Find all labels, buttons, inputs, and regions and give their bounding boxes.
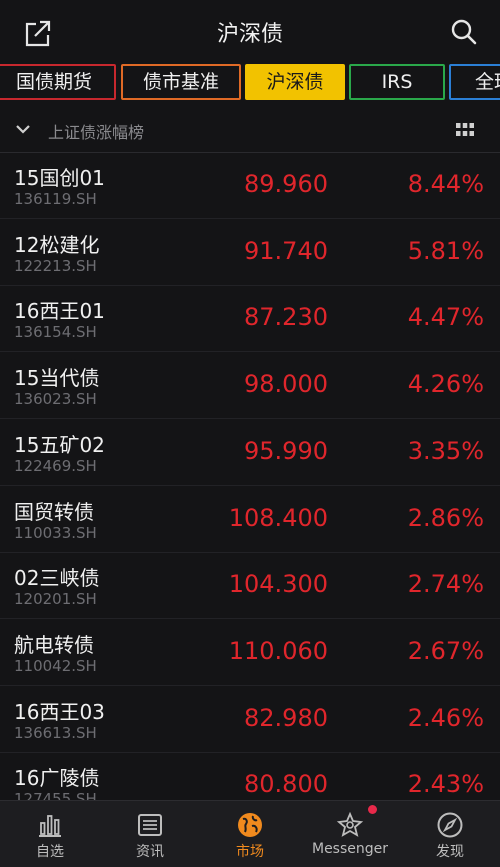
tabbar-label: 资讯 bbox=[136, 844, 164, 860]
bond-code: 110033.SH bbox=[14, 523, 97, 542]
category-tabs: 国债期货 债市基准 沪深债 IRS 全球 bbox=[0, 63, 500, 105]
bond-change: 2.74% bbox=[407, 570, 484, 599]
ranking-label: 上证债涨幅榜 bbox=[48, 123, 145, 142]
bond-change: 4.26% bbox=[407, 370, 484, 399]
bond-change: 8.44% bbox=[407, 170, 484, 198]
bond-change: 2.67% bbox=[407, 636, 484, 665]
table-row[interactable]: 航电转债 110042.SH 110.060 2.67% bbox=[0, 619, 500, 686]
tabbar-item-discover[interactable]: 发现 bbox=[400, 801, 500, 867]
bond-price: 87.230 bbox=[244, 303, 328, 332]
bond-code: 122469.SH bbox=[14, 456, 97, 475]
bond-price: 108.400 bbox=[228, 503, 328, 532]
table-row[interactable]: 16西王01 136154.SH 87.230 4.47% bbox=[0, 285, 500, 353]
tabbar-item-messenger[interactable]: Messenger bbox=[300, 801, 400, 867]
tabbar-label: 自选 bbox=[36, 844, 64, 860]
notification-dot bbox=[368, 805, 377, 814]
tab-zhaishi-jizhun[interactable]: 债市基准 bbox=[121, 64, 241, 100]
bond-code: 120201.SH bbox=[14, 590, 97, 609]
tab-global[interactable]: 全球 bbox=[449, 64, 500, 100]
bond-change: 3.35% bbox=[407, 436, 484, 465]
bond-list: 15国创01 136119.SH 89.960 8.44% 12松建化 1222… bbox=[0, 152, 500, 800]
table-row[interactable]: 16广陵债 127455.SH 80.800 2.43% bbox=[0, 752, 500, 800]
bond-name: 国贸转债 bbox=[14, 499, 94, 524]
bond-code: 122213.SH bbox=[14, 256, 97, 275]
bond-name: 16西王03 bbox=[14, 699, 105, 724]
table-row[interactable]: 15当代债 136023.SH 98.000 4.26% bbox=[0, 352, 500, 420]
table-row[interactable]: 16西王03 136613.SH 82.980 2.46% bbox=[0, 686, 500, 753]
tabbar-label: 发现 bbox=[436, 844, 464, 860]
bond-name: 15国创01 bbox=[14, 166, 105, 190]
tabbar-item-watchlist[interactable]: 自选 bbox=[0, 801, 100, 867]
compass-icon bbox=[437, 812, 463, 838]
bond-price: 89.960 bbox=[244, 170, 328, 198]
tabbar-label: Messenger bbox=[311, 841, 389, 857]
search-icon[interactable] bbox=[450, 18, 478, 46]
bond-code: 127455.SH bbox=[14, 790, 97, 800]
messenger-icon bbox=[336, 811, 364, 837]
bond-price: 95.990 bbox=[244, 436, 328, 465]
tab-hushen-zhai[interactable]: 沪深债 bbox=[245, 64, 345, 100]
bottom-tab-bar: 自选 资讯 市场 Messenger 发现 bbox=[0, 800, 500, 867]
table-row[interactable]: 15五矿02 122469.SH 95.990 3.35% bbox=[0, 419, 500, 486]
table-row[interactable]: 15国创01 136119.SH 89.960 8.44% bbox=[0, 152, 500, 219]
bond-name: 航电转债 bbox=[14, 632, 94, 657]
tabbar-item-market[interactable]: 市场 bbox=[200, 801, 300, 867]
bond-price: 80.800 bbox=[244, 770, 328, 799]
bond-name: 12松建化 bbox=[14, 232, 100, 257]
bond-price: 98.000 bbox=[244, 370, 328, 399]
bond-name: 02三峡债 bbox=[14, 566, 100, 591]
bond-price: 110.060 bbox=[228, 636, 328, 665]
bond-change: 5.81% bbox=[407, 236, 484, 265]
bond-code: 136154.SH bbox=[14, 323, 97, 342]
tab-irs[interactable]: IRS bbox=[349, 64, 445, 100]
bond-price: 104.300 bbox=[228, 570, 328, 599]
table-row[interactable]: 12松建化 122213.SH 91.740 5.81% bbox=[0, 219, 500, 286]
bond-price: 91.740 bbox=[244, 236, 328, 265]
bond-code: 136613.SH bbox=[14, 723, 97, 742]
bond-price: 82.980 bbox=[244, 703, 328, 732]
ranking-selector[interactable]: 上证债涨幅榜 bbox=[0, 108, 500, 153]
bond-name: 15五矿02 bbox=[14, 432, 105, 457]
bond-code: 136023.SH bbox=[14, 390, 97, 409]
tabbar-item-news[interactable]: 资讯 bbox=[100, 801, 200, 867]
bond-name: 16广陵债 bbox=[14, 766, 100, 791]
bond-name: 15当代债 bbox=[14, 366, 100, 391]
page-title: 沪深债 bbox=[216, 22, 283, 47]
bond-change: 2.46% bbox=[407, 703, 484, 732]
chevron-down-icon bbox=[16, 125, 30, 134]
table-row[interactable]: 国贸转债 110033.SH 108.400 2.86% bbox=[0, 486, 500, 553]
bond-change: 2.86% bbox=[407, 503, 484, 532]
news-icon bbox=[138, 814, 162, 836]
bond-change: 2.43% bbox=[407, 770, 484, 799]
table-row[interactable]: 02三峡债 120201.SH 104.300 2.74% bbox=[0, 552, 500, 620]
tabbar-label: 市场 bbox=[236, 844, 264, 860]
tab-guozhai-qihuo[interactable]: 国债期货 bbox=[0, 64, 116, 100]
globe-icon bbox=[238, 813, 262, 837]
bond-name: 16西王01 bbox=[14, 299, 105, 324]
bond-change: 4.47% bbox=[407, 303, 484, 332]
top-nav-bar: 沪深债 bbox=[0, 0, 500, 62]
grid-view-icon[interactable] bbox=[456, 123, 474, 137]
bond-code: 136119.SH bbox=[14, 190, 97, 208]
chart-bars-icon bbox=[39, 815, 61, 837]
bond-code: 110042.SH bbox=[14, 656, 97, 675]
